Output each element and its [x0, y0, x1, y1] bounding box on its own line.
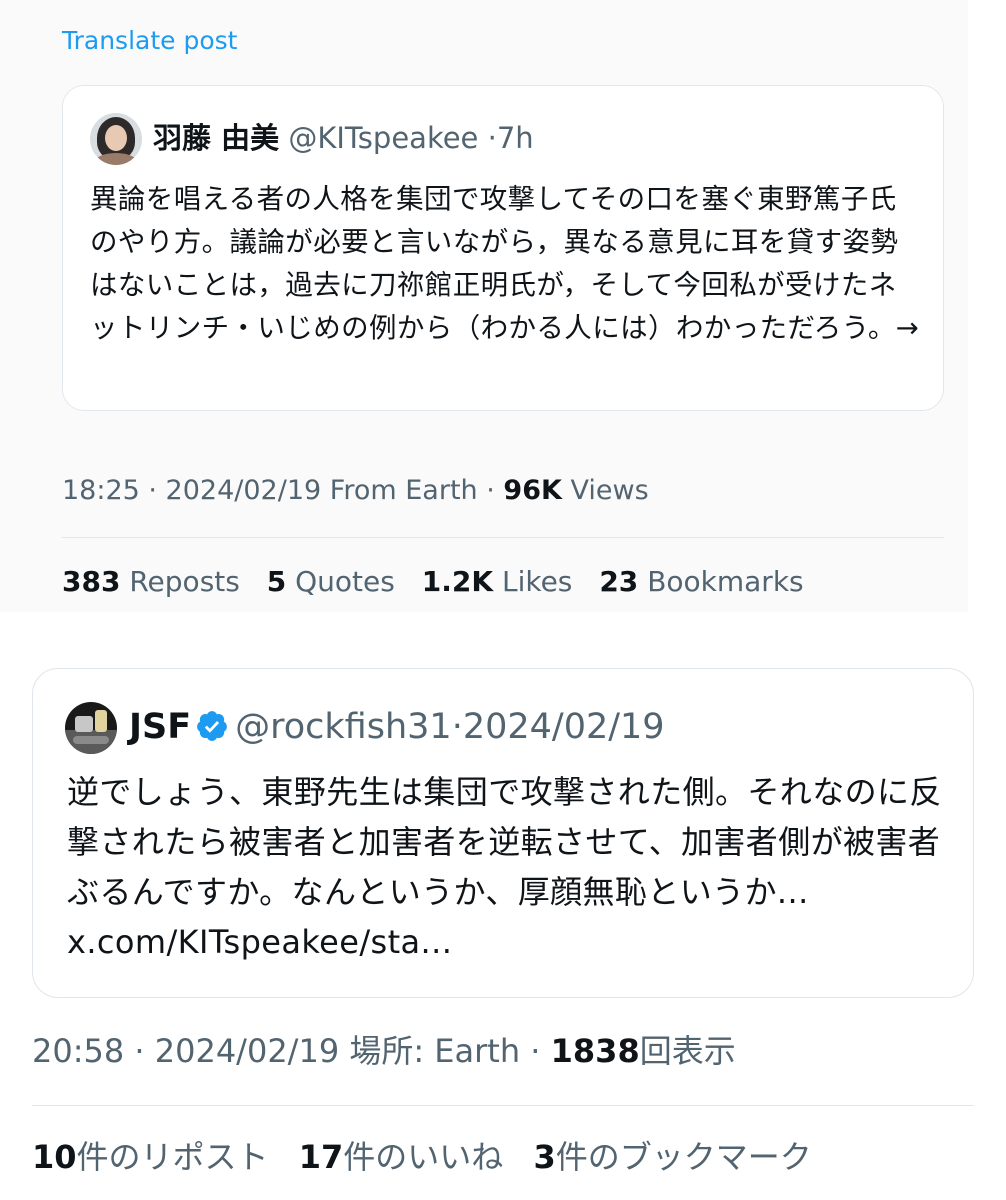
reposts-count: 383	[62, 565, 121, 598]
reposts-stat[interactable]: 383 Reposts	[62, 565, 240, 598]
author-avatar[interactable]	[65, 702, 117, 754]
quoted-tweet-card[interactable]: 羽藤 由美 @KITspeakee ·7h 異論を唱える者の人格を集団で攻撃して…	[62, 85, 944, 411]
reply-post-meta: 20:58 · 2024/02/19 場所: Earth · 1838回表示	[32, 1030, 736, 1072]
quoted-tweet-header: 羽藤 由美 @KITspeakee ·7h	[153, 120, 534, 156]
likes-count: 17	[298, 1138, 344, 1176]
divider	[32, 1105, 974, 1106]
author-handle[interactable]: @rockfish31	[235, 707, 452, 747]
avatar-face	[105, 125, 127, 151]
reposts-count: 10	[32, 1138, 77, 1176]
translate-post-link[interactable]: Translate post	[62, 26, 237, 55]
bookmarks-label: 件のブックマーク	[555, 1138, 812, 1176]
post-age[interactable]: 7h	[497, 121, 534, 155]
author-name[interactable]: 羽藤 由美	[153, 121, 279, 155]
bookmarks-stat[interactable]: 3件のブックマーク	[533, 1138, 811, 1176]
likes-label: 件のいいね	[343, 1138, 504, 1176]
header-separator: ·	[487, 121, 497, 155]
quoted-tweet-text: 異論を唱える者の人格を集団で攻撃してその口を塞ぐ東野篤子氏のやり方。議論が必要と…	[90, 183, 920, 344]
likes-count: 1.2K	[421, 565, 494, 598]
quotes-count: 5	[266, 565, 287, 598]
divider	[62, 537, 944, 538]
avatar-base	[73, 736, 109, 744]
reply-tweet-card[interactable]: JSF @rockfish31·2024/02/19 逆でしょう、東野先生は集団…	[32, 668, 974, 998]
header-separator: ·	[451, 707, 463, 747]
engagement-stats: 383 Reposts 5 Quotes 1.2K Likes 23 Bookm…	[62, 564, 822, 600]
post-timestamp[interactable]: 18:25 · 2024/02/19 From Earth ·	[62, 475, 495, 506]
post-timestamp[interactable]: 20:58 · 2024/02/19 場所: Earth ·	[32, 1032, 540, 1070]
quotes-stat[interactable]: 5 Quotes	[267, 565, 395, 598]
likes-label: Likes	[501, 565, 573, 598]
author-handle[interactable]: @KITspeakee	[288, 121, 478, 155]
views-count: 96K	[503, 475, 562, 506]
reposts-label: 件のリポスト	[76, 1138, 269, 1176]
verified-badge-icon	[197, 711, 228, 741]
post-meta: 18:25 · 2024/02/19 From Earth · 96K View…	[62, 473, 649, 509]
bookmarks-label: Bookmarks	[647, 565, 804, 598]
bookmarks-count: 3	[533, 1138, 556, 1176]
post-date[interactable]: 2024/02/19	[463, 707, 665, 747]
quotes-label: Quotes	[295, 565, 395, 598]
reposts-label: Reposts	[129, 565, 240, 598]
bookmarks-stat[interactable]: 23 Bookmarks	[599, 565, 803, 598]
reposts-stat[interactable]: 10件のリポスト	[32, 1138, 269, 1176]
quoted-post-section: Translate post 羽藤 由美 @KITspeakee ·7h 異論を…	[0, 0, 968, 612]
views-label: Views	[570, 475, 649, 506]
avatar-figure-2	[95, 710, 107, 732]
likes-stat[interactable]: 17件のいいね	[299, 1138, 504, 1176]
likes-stat[interactable]: 1.2K Likes	[422, 565, 573, 598]
author-avatar[interactable]	[90, 113, 142, 165]
views-label: 回表示	[639, 1032, 736, 1070]
author-name[interactable]: JSF	[129, 707, 191, 747]
reply-tweet-header: JSF @rockfish31·2024/02/19	[129, 705, 665, 749]
reply-engagement-stats: 10件のリポスト 17件のいいね 3件のブックマーク	[32, 1136, 832, 1178]
bookmarks-count: 23	[599, 565, 639, 598]
views-count: 1838	[550, 1032, 640, 1070]
avatar-figure	[75, 716, 93, 732]
reply-tweet-text: 逆でしょう、東野先生は集団で攻撃された側。それなのに反撃されたら被害者と加害者を…	[67, 773, 942, 961]
avatar-body	[94, 153, 138, 165]
